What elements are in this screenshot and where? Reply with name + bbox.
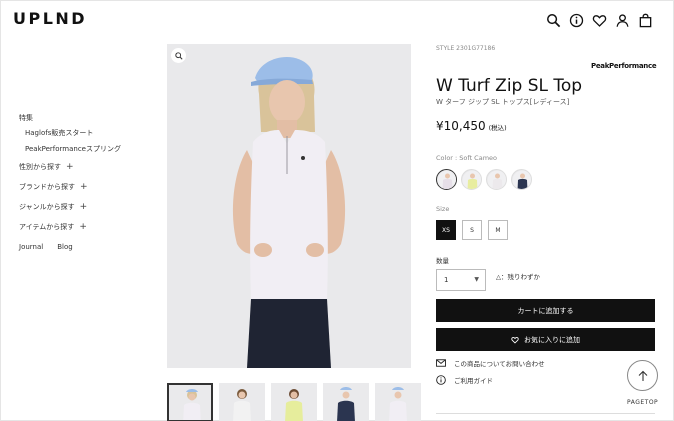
product-thumbnail[interactable] [271,383,317,421]
size-option-s[interactable]: S [462,220,482,240]
color-label: Color : Soft Cameo [436,154,498,162]
info-icon[interactable] [569,13,584,28]
guide-link[interactable]: ご利用ガイド [436,375,493,385]
price-value: ¥10,450 [436,119,486,133]
sidebar-item-peakperformance[interactable]: PeakPerformanceスプリング [25,144,121,154]
product-title: W Turf Zip SL Top [436,76,583,96]
mail-icon [436,359,446,367]
contact-link[interactable]: この商品についてお問い合わせ [436,358,545,368]
heart-icon[interactable] [592,13,607,28]
product-thumbnail[interactable] [375,383,421,421]
info-icon [436,375,446,385]
plus-icon: + [79,202,88,212]
heart-icon [511,336,519,344]
stock-note: △：残りわずか [496,273,540,281]
guide-label: ご利用ガイド [454,377,493,385]
sidebar-item-brand[interactable]: ブランドから探す + [19,182,88,192]
sidebar-item-feature[interactable]: 特集 [19,113,33,123]
contact-label: この商品についてお問い合わせ [454,360,545,368]
arrow-up-icon [638,370,647,381]
color-swatch[interactable] [486,169,507,190]
size-label: Size [436,205,450,213]
product-photo [167,44,411,368]
user-icon[interactable] [615,13,630,28]
header-icons [546,13,653,28]
brand-logo[interactable]: PeakPerformance [591,62,657,70]
color-swatch[interactable] [511,169,532,190]
style-number: STYLE 2301G77186 [436,45,496,52]
product-thumbnail[interactable] [219,383,265,421]
size-option-m[interactable]: M [488,220,508,240]
quantity-value: 1 [444,276,449,284]
add-to-favorites-button[interactable]: お気に入りに追加 [436,328,655,351]
add-to-cart-label: カートに追加する [517,306,574,315]
bag-icon[interactable] [638,13,653,28]
chevron-down-icon: ▼ [474,276,479,283]
sidebar-item-label: 性別から探す [19,163,61,171]
pagetop-button[interactable] [627,360,658,391]
sidebar-item-label: PeakPerformanceスプリング [25,145,121,153]
sidebar-item-gender[interactable]: 性別から探す + [19,162,74,172]
sidebar-item-item[interactable]: アイテムから探す + [19,222,87,232]
sidebar-item-label: 特集 [19,114,33,122]
add-to-cart-button[interactable]: カートに追加する [436,299,655,322]
add-to-favorites-label: お気に入りに追加 [524,335,580,344]
product-subtitle: W ターフ ジップ SL トップス[レディース] [436,98,570,106]
sidebar-item-label: ブランドから探す [19,183,75,191]
sidebar-footer: Journal Blog [19,243,73,251]
search-icon[interactable] [546,13,561,28]
quantity-select[interactable]: 1 ▼ [436,269,486,291]
sidebar-item-label: Haglofs販売スタート [25,129,94,137]
color-swatch[interactable] [461,169,482,190]
size-options: XS S M [436,220,508,240]
product-main-image[interactable] [167,44,411,368]
sidebar-item-haglofs[interactable]: Haglofs販売スタート [25,128,93,138]
sidebar-item-label: ジャンルから探す [19,203,75,211]
pagetop-label: PAGETOP [627,399,659,406]
plus-icon: + [79,222,87,232]
blog-link[interactable]: Blog [57,243,72,251]
color-swatch[interactable] [436,169,457,190]
plus-icon: + [80,182,88,192]
product-price: ¥10,450 (税込) [436,119,507,133]
product-thumbnail[interactable] [167,383,213,421]
plus-icon: + [66,162,74,172]
site-header: UPLND [1,1,674,41]
zoom-icon[interactable] [171,48,186,63]
color-swatches [436,169,532,190]
product-thumbnail[interactable] [323,383,369,421]
sidebar-item-genre[interactable]: ジャンルから探す + [19,202,87,212]
journal-link[interactable]: Journal [19,243,43,251]
quantity-label: 数量 [436,257,449,265]
thumbnail-strip [167,383,421,421]
sidebar-item-label: アイテムから探す [19,223,75,231]
divider [436,413,655,414]
tax-note: (税込) [488,124,507,132]
site-logo[interactable]: UPLND [13,9,87,28]
size-option-xs[interactable]: XS [436,220,456,240]
